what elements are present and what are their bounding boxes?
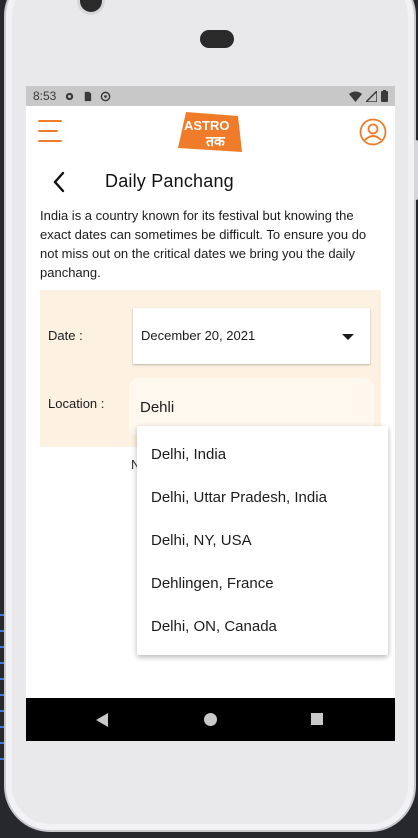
svg-text:तक: तक <box>205 134 226 150</box>
android-nav-bar <box>26 698 395 741</box>
location-suggestions-dropdown: Delhi, India Delhi, Uttar Pradesh, India… <box>137 426 388 655</box>
device-screen: 8:53 ASTRO तक Daily Panchang India is a … <box>26 86 395 741</box>
nav-back-icon[interactable] <box>96 713 108 727</box>
svg-text:ASTRO: ASTRO <box>184 118 230 133</box>
sd-card-icon <box>85 91 92 101</box>
suggestion-option[interactable]: Delhi, NY, USA <box>137 519 388 562</box>
nav-home-icon[interactable] <box>204 713 217 726</box>
suggestion-option[interactable]: Dehlingen, France <box>137 562 388 605</box>
wifi-icon <box>349 91 362 102</box>
suggestion-option[interactable]: Delhi, India <box>137 433 388 476</box>
volume-button <box>414 140 418 200</box>
sync-icon <box>101 91 111 101</box>
status-bar: 8:53 <box>26 86 395 106</box>
suggestion-option[interactable]: Delhi, Uttar Pradesh, India <box>137 476 388 519</box>
settings-icon <box>66 92 74 100</box>
date-value: December 20, 2021 <box>141 328 256 343</box>
battery-icon <box>381 90 388 102</box>
date-dropdown[interactable]: December 20, 2021 <box>133 308 370 364</box>
speaker-grille <box>200 30 234 48</box>
intro-paragraph: India is a country known for its festiva… <box>40 208 367 280</box>
astrotak-logo: ASTRO तक <box>178 112 242 152</box>
hamburger-menu-icon[interactable] <box>38 120 64 144</box>
profile-icon[interactable] <box>359 118 387 146</box>
dropdown-arrow-icon <box>342 334 354 340</box>
location-label: Location : <box>48 396 105 411</box>
status-right-group <box>349 90 388 102</box>
panchang-form-card: Date : December 20, 2021 Location : <box>40 290 381 447</box>
signal-icon <box>366 90 377 102</box>
nav-recents-icon[interactable] <box>311 713 323 725</box>
back-arrow-icon[interactable] <box>50 170 70 194</box>
title-bar: Daily Panchang <box>26 164 395 200</box>
status-time: 8:53 <box>33 89 57 103</box>
app-bar: ASTRO तक <box>26 106 395 160</box>
suggestion-option[interactable]: Delhi, ON, Canada <box>137 605 388 648</box>
date-label: Date : <box>48 328 83 343</box>
camera-icon <box>80 0 102 12</box>
page-title: Daily Panchang <box>105 171 234 191</box>
